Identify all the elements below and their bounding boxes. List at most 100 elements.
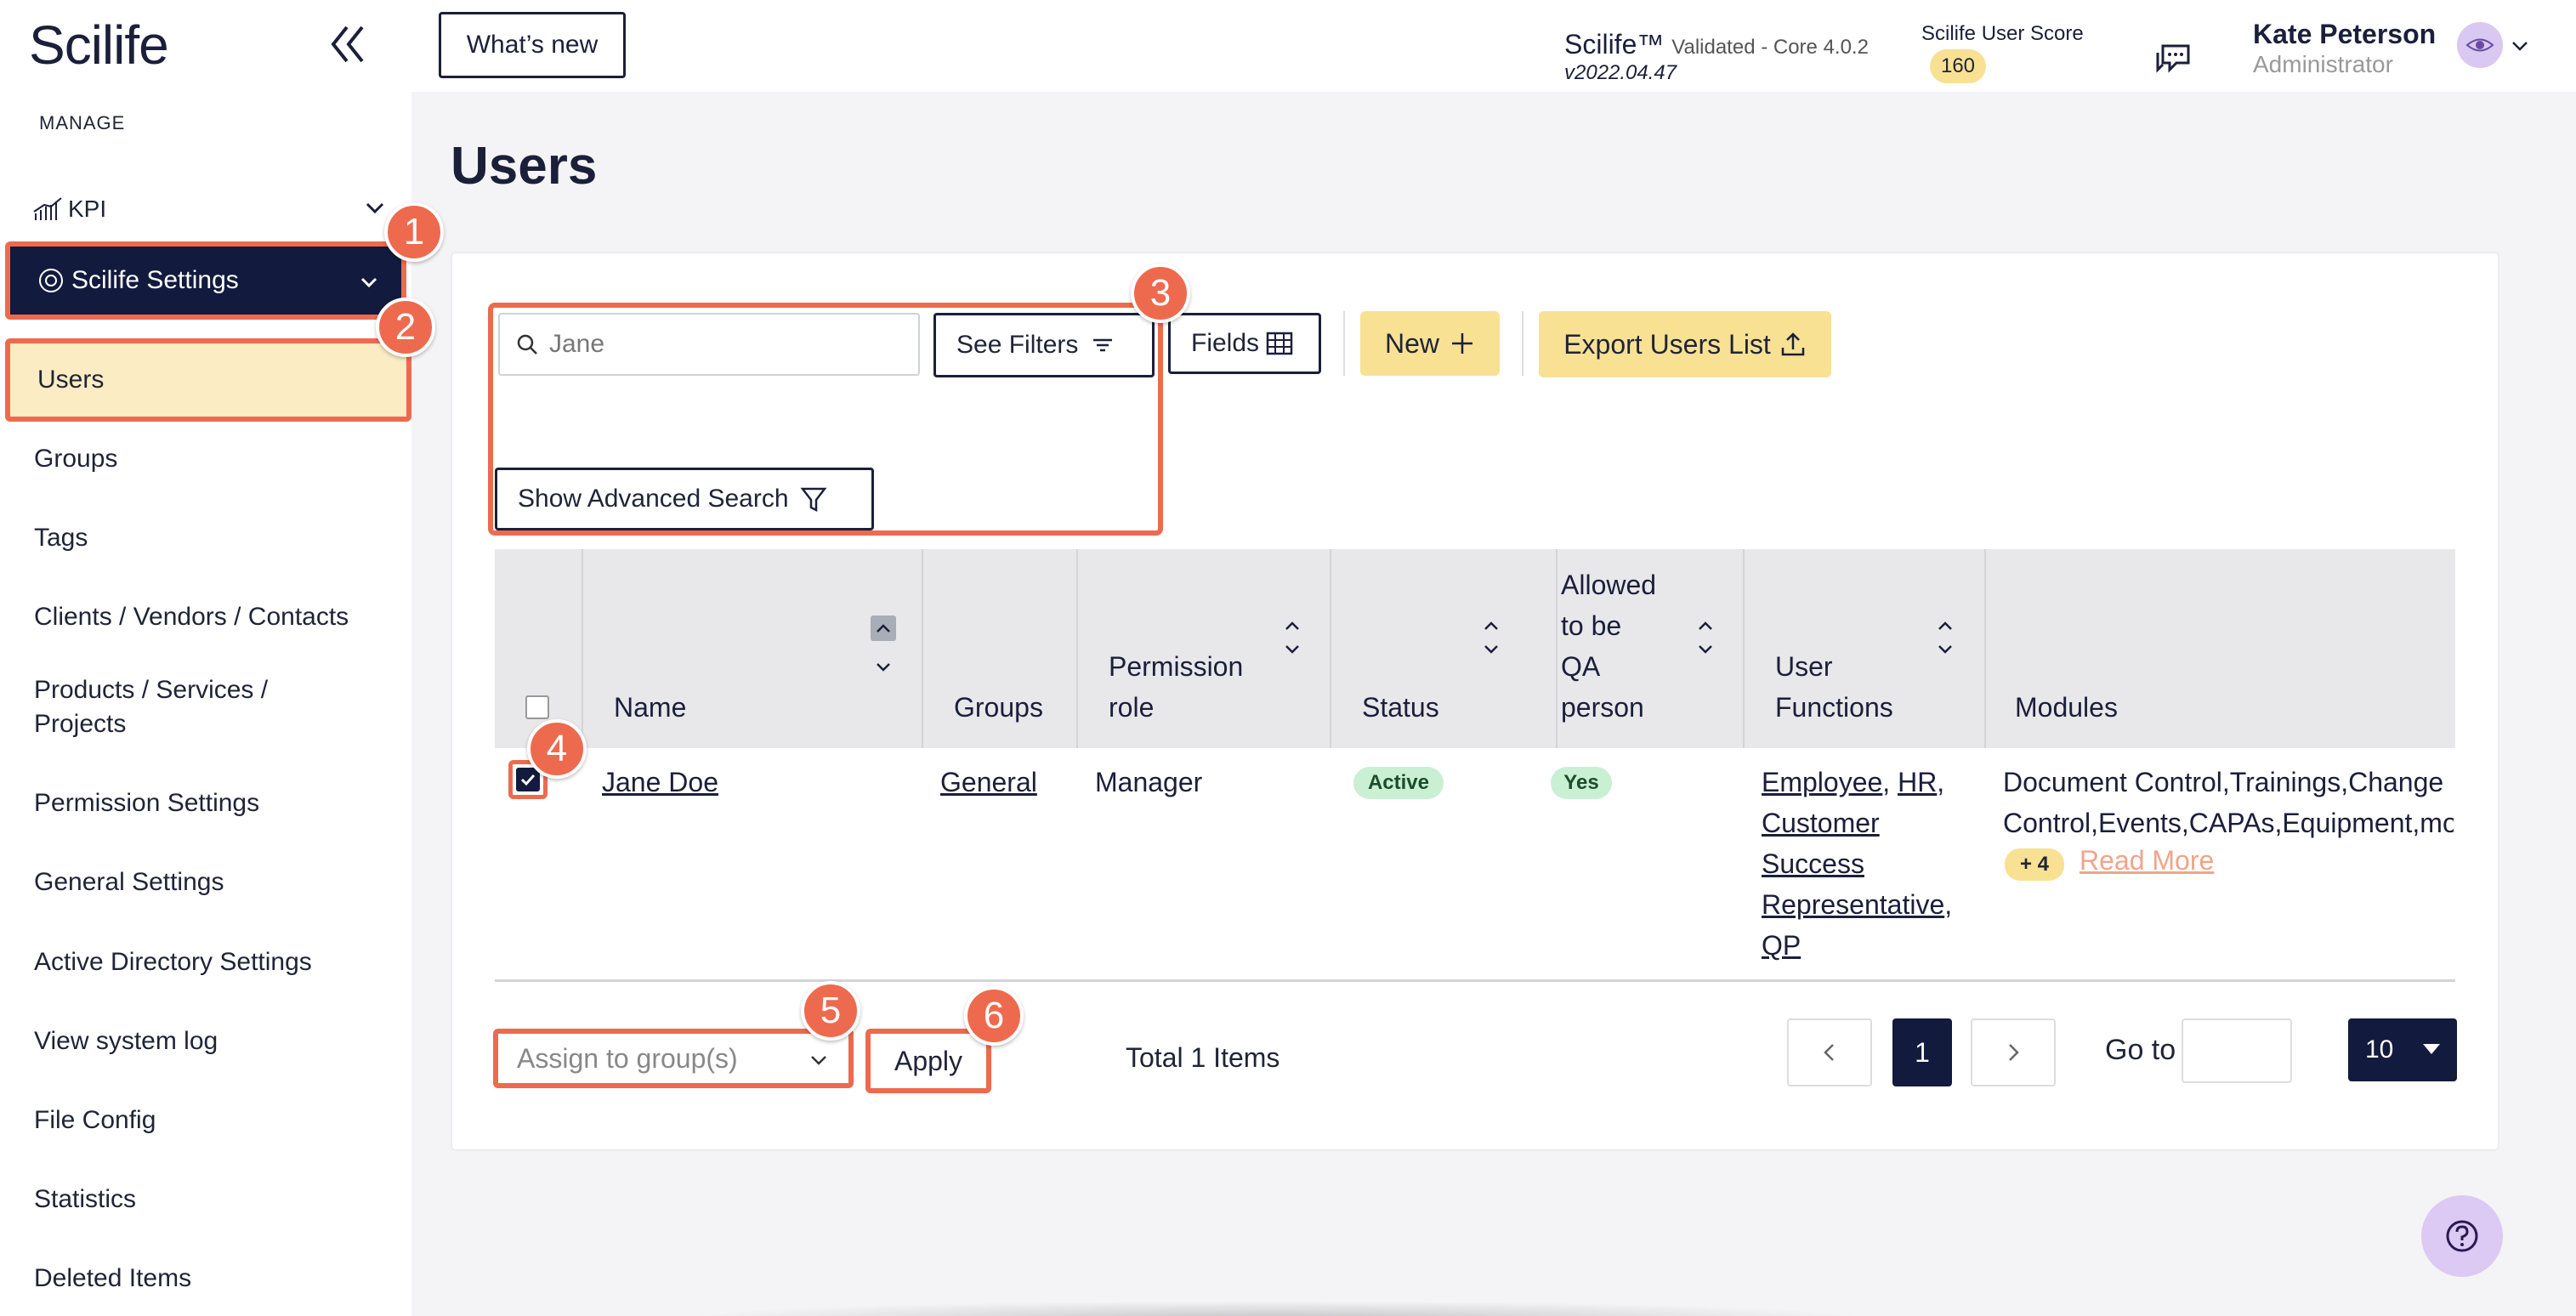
sort-toggle-icon[interactable] [1479, 617, 1503, 660]
column-divider [1743, 549, 1745, 748]
sidebar-item-statistics[interactable]: Statistics [34, 1183, 374, 1217]
search-filters-highlight [488, 303, 1163, 536]
column-header-permission-role[interactable]: Permission role [1109, 646, 1243, 728]
help-button[interactable] [2421, 1195, 2503, 1277]
status-badge: Active [1353, 767, 1444, 799]
go-to-page-input[interactable] [2182, 1018, 2292, 1083]
more-modules-badge: + 4 [2005, 848, 2064, 881]
sidebar-item-system-log[interactable]: View system log [34, 1024, 374, 1058]
product-version-title: Scilife™ Validated - Core 4.0.2 [1564, 29, 1869, 60]
sidebar-item-scilife-settings[interactable]: Scilife Settings [5, 241, 406, 320]
new-button[interactable]: New [1360, 311, 1500, 376]
sidebar-item-users[interactable]: Users [5, 338, 411, 422]
read-more-link[interactable]: Read More [2080, 845, 2214, 876]
page-title: Users [451, 137, 598, 196]
page-size-select[interactable]: 10 [2348, 1018, 2457, 1081]
function-link[interactable]: Representative [1762, 889, 1944, 920]
sidebar-item-kpi[interactable]: KPI [32, 190, 389, 228]
question-icon [2446, 1220, 2478, 1252]
column-header-line: User [1775, 651, 1833, 682]
fields-button[interactable]: Fields [1168, 313, 1321, 374]
step-marker: 2 [376, 298, 435, 357]
column-header-groups[interactable]: Groups [954, 687, 1043, 728]
sidebar-item-groups[interactable]: Groups [34, 442, 374, 476]
collapse-sidebar-icon[interactable] [321, 22, 376, 66]
step-marker: 6 [964, 986, 1024, 1046]
function-link[interactable]: Employee [1762, 767, 1882, 797]
function-link[interactable]: HR [1898, 767, 1937, 797]
sidebar-item-active-directory[interactable]: Active Directory Settings [34, 945, 374, 979]
group-link[interactable]: General [940, 762, 1037, 803]
column-divider [1984, 549, 1986, 748]
sort-desc-icon[interactable] [871, 655, 896, 684]
column-divider [582, 549, 583, 748]
user-name: Kate Peterson [2253, 19, 2437, 49]
select-all-checkbox[interactable] [525, 695, 549, 719]
function-link[interactable]: QP [1762, 925, 2000, 966]
total-items: Total 1 Items [1126, 1042, 1280, 1073]
column-header-line: Permission [1109, 651, 1244, 682]
chevron-down-icon[interactable] [2508, 34, 2532, 58]
user-score-label: Scilife User Score [1921, 22, 2084, 45]
assign-group-select[interactable]: Assign to group(s) [493, 1029, 854, 1088]
column-header-user-functions[interactable]: User Functions [1775, 646, 1893, 728]
sort-toggle-icon[interactable] [1280, 617, 1304, 660]
sort-toggle-icon[interactable] [1933, 617, 1957, 660]
column-header-status[interactable]: Status [1362, 687, 1439, 728]
avatar[interactable] [2457, 22, 2503, 68]
column-header-name[interactable]: Name [614, 687, 686, 728]
validated-label: Validated - Core 4.0.2 [1671, 36, 1869, 59]
assign-placeholder: Assign to group(s) [517, 1042, 738, 1074]
sidebar-item-tags[interactable]: Tags [34, 521, 374, 555]
version-number: v2022.04.47 [1564, 61, 1677, 84]
user-name-link[interactable]: Jane Doe [602, 762, 718, 803]
chat-icon[interactable] [2151, 37, 2195, 78]
sort-asc-active-icon[interactable] [871, 615, 896, 641]
go-to-label: Go to [2105, 1034, 2176, 1066]
sidebar-item-deleted-items[interactable]: Deleted Items [34, 1262, 374, 1296]
fields-label: Fields [1191, 329, 1260, 357]
chevron-down-icon [360, 194, 389, 223]
sidebar-item-general-settings[interactable]: General Settings [34, 865, 374, 899]
scilife-logo: Scilife [29, 14, 169, 76]
modules-line: Control,Events,CAPAs,Equipment,mo [2003, 808, 2454, 838]
toolbar-divider [1522, 311, 1523, 376]
user-functions-cell: Employee, HR, Customer Success Represent… [1762, 762, 2000, 966]
export-label: Export Users List [1563, 328, 1771, 360]
new-label: New [1384, 327, 1439, 359]
sidebar-item-products[interactable]: Products / Services / Projects [34, 673, 323, 741]
chart-icon [32, 196, 63, 222]
caret-down-icon [2423, 1044, 2440, 1054]
sidebar-item-permission-settings[interactable]: Permission Settings [34, 786, 374, 820]
column-divider [922, 549, 923, 748]
whats-new-button[interactable]: What’s new [439, 12, 626, 78]
column-divider [1330, 549, 1331, 748]
modules-cell: Document Control,Trainings,Change Contro… [2003, 762, 2454, 843]
sidebar-item-file-config[interactable]: File Config [34, 1103, 374, 1137]
chevron-down-icon [355, 269, 383, 296]
bottom-shadow [680, 1301, 1870, 1316]
function-link[interactable]: Customer [1762, 803, 2000, 843]
prev-page-button[interactable] [1787, 1018, 1872, 1086]
sidebar-item-label: Scilife Settings [71, 266, 239, 294]
manage-section-label: MANAGE [39, 112, 126, 133]
apply-button[interactable]: Apply [865, 1029, 991, 1093]
column-header-line: person [1561, 692, 1644, 723]
sort-toggle-icon[interactable] [1694, 617, 1717, 660]
export-users-button[interactable]: Export Users List [1539, 311, 1831, 377]
page-number-current[interactable]: 1 [1892, 1018, 1952, 1086]
user-role: Administrator [2253, 51, 2393, 77]
table-header [495, 549, 2455, 748]
toolbar-divider [1343, 311, 1345, 376]
step-marker: 3 [1131, 264, 1190, 323]
next-page-button[interactable] [1971, 1018, 2056, 1086]
chevron-left-icon [1824, 1044, 1834, 1061]
column-divider [1556, 549, 1558, 748]
step-marker: 4 [527, 719, 587, 779]
page-size-value: 10 [2365, 1035, 2394, 1064]
table-icon [1266, 332, 1293, 355]
column-header-modules[interactable]: Modules [2015, 687, 2118, 728]
plus-icon [1452, 333, 1472, 354]
sidebar-item-clients[interactable]: Clients / Vendors / Contacts [34, 600, 374, 634]
function-link[interactable]: Success [1762, 843, 2000, 884]
